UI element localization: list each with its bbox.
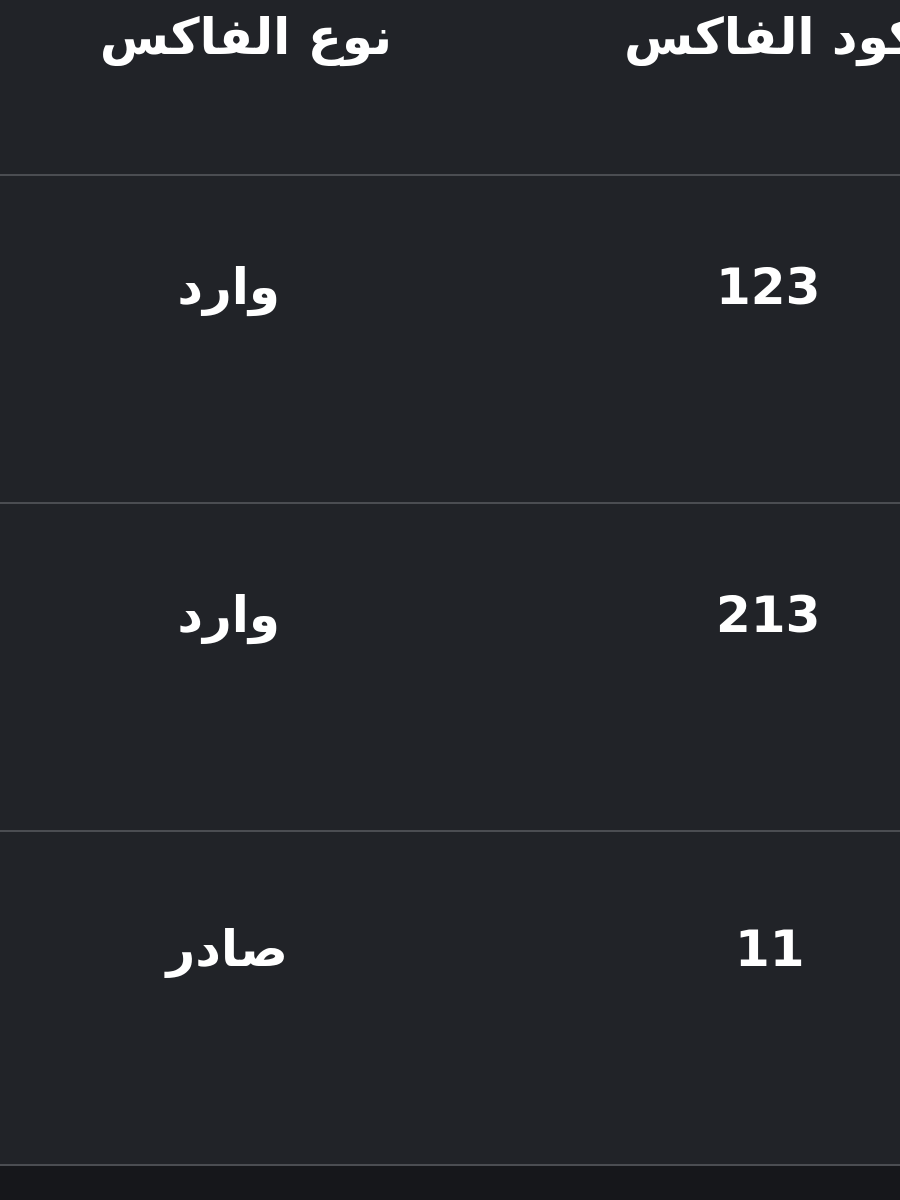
fax-table: نوع الفاكس كود الفاكس وارد 123 وارد 213 … [0,0,900,1166]
table-row[interactable]: صادر 11 [0,830,900,1166]
fax-type-cell: وارد [177,586,280,644]
fax-code-cell: 213 [716,586,821,644]
fax-type-cell: وارد [177,258,280,316]
fax-code-cell: 123 [716,258,821,316]
viewport: نوع الفاكس كود الفاكس وارد 123 وارد 213 … [0,0,900,1200]
table-row[interactable]: وارد 123 [0,174,900,506]
table-row[interactable]: وارد 213 [0,502,900,834]
table-bottom-divider [0,1164,900,1166]
column-header-fax-code[interactable]: كود الفاكس [624,12,900,62]
fax-type-cell: صادر [166,920,288,978]
column-header-fax-type[interactable]: نوع الفاكس [100,12,392,62]
fax-code-cell: 11 [735,920,805,978]
